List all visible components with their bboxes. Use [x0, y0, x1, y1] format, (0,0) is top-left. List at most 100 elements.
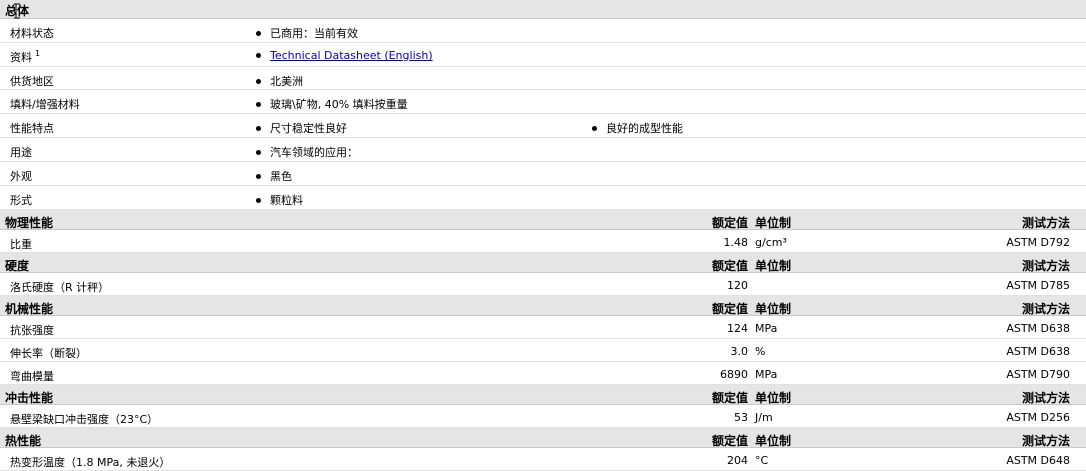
footnote-marker: 1 — [35, 49, 41, 59]
bullet-text: 汽车领域的应用： — [270, 146, 358, 159]
property-row: 悬壁梁缺口冲击强度（23°C） 53 J/m ASTM D256 — [0, 405, 1086, 428]
property-unit: MPa — [755, 322, 778, 335]
property-unit: g/cm³ — [755, 236, 787, 249]
bullet-icon — [256, 173, 261, 179]
section-title: 热性能 — [5, 434, 42, 448]
property-row: 比重 1.48 g/cm³ ASTM D792 — [0, 230, 1086, 253]
section-header: 物理性能 额定值 单位制 测试方法 — [0, 210, 1086, 230]
column-header-value: 额定值 — [711, 434, 748, 448]
bullet-item: 良好的成型性能 — [592, 120, 683, 136]
column-header-value: 额定值 — [711, 259, 748, 273]
section-title: 物理性能 — [5, 216, 54, 230]
bullet-item: 玻璃\矿物, 40% 填料按重量 — [256, 96, 408, 112]
datasheet: 总体 材料状态 已商用：当前有效资料 1 Technical Datasheet (E… — [0, 0, 1086, 471]
property-unit: % — [755, 345, 766, 358]
section-title: 硬度 — [5, 259, 30, 273]
property-value: 124 — [727, 322, 748, 335]
column-header-value: 额定值 — [711, 391, 748, 405]
general-row-label: 性能特点 — [10, 122, 54, 135]
column-header-unit: 单位制 — [755, 434, 792, 448]
bullet-item: 已商用：当前有效 — [256, 25, 358, 41]
property-row: 洛氏硬度（R 计秤） 120 ASTM D785 — [0, 273, 1086, 296]
general-row-label: 材料状态 — [10, 27, 54, 40]
test-method: ASTM D638 — [1006, 322, 1070, 335]
section-title: 机械性能 — [5, 302, 54, 316]
property-value: 6890 — [720, 368, 748, 381]
text-cursor-icon — [14, 3, 20, 19]
property-label: 弯曲模量 — [10, 370, 54, 383]
column-header-method: 测试方法 — [1021, 391, 1070, 405]
column-header-value: 额定值 — [711, 216, 748, 230]
bullet-item: 颗粒料 — [256, 192, 303, 208]
test-method: ASTM D790 — [1006, 368, 1070, 381]
general-row-label: 外观 — [10, 170, 32, 183]
column-header-method: 测试方法 — [1021, 216, 1070, 230]
bullet-text: 已商用：当前有效 — [270, 27, 358, 40]
bullet-icon — [256, 125, 261, 131]
property-label: 悬壁梁缺口冲击强度（23°C） — [10, 413, 159, 426]
column-header-unit: 单位制 — [755, 259, 792, 273]
bullet-icon — [256, 101, 261, 107]
test-method: ASTM D648 — [1006, 454, 1070, 467]
column-header-method: 测试方法 — [1021, 259, 1070, 273]
column-header-method: 测试方法 — [1021, 302, 1070, 316]
property-unit: MPa — [755, 368, 778, 381]
test-method: ASTM D638 — [1006, 345, 1070, 358]
general-row-label: 形式 — [10, 194, 32, 207]
property-unit: J/m — [755, 411, 773, 424]
bullet-text: 黑色 — [270, 170, 292, 183]
property-value: 204 — [727, 454, 748, 467]
general-row: 供货地区 北美洲 — [0, 67, 1086, 90]
bullet-text: 良好的成型性能 — [606, 122, 683, 135]
general-row: 外观 黑色 — [0, 162, 1086, 186]
bullet-icon — [256, 197, 261, 203]
property-label: 热变形温度（1.8 MPa, 未退火） — [10, 456, 171, 469]
property-label: 洛氏硬度（R 计秤） — [10, 281, 110, 294]
property-value: 1.48 — [723, 236, 749, 249]
bullet-icon — [256, 149, 261, 155]
bullet-icon — [256, 30, 261, 36]
column-header-value: 额定值 — [711, 302, 748, 316]
bullet-text: 玻璃\矿物, 40% 填料按重量 — [270, 98, 408, 111]
general-row: 资料 1 Technical Datasheet (English) — [0, 43, 1086, 67]
section-title: 冲击性能 — [5, 391, 54, 405]
property-row: 弯曲模量 6890 MPa ASTM D790 — [0, 362, 1086, 385]
bullet-text: 颗粒料 — [270, 194, 303, 207]
datasheet-link[interactable]: Technical Datasheet (English) — [270, 49, 433, 62]
general-row-label: 用途 — [10, 146, 32, 159]
test-method: ASTM D785 — [1006, 279, 1070, 292]
property-value: 53 — [734, 411, 748, 424]
bullet-item: 汽车领域的应用： — [256, 144, 358, 160]
section-header: 硬度 额定值 单位制 测试方法 — [0, 253, 1086, 273]
general-row-label: 填料/增强材料 — [10, 98, 80, 111]
test-method: ASTM D792 — [1006, 236, 1070, 249]
property-label: 抗张强度 — [10, 324, 54, 337]
column-header-method: 测试方法 — [1021, 434, 1070, 448]
bullet-item: Technical Datasheet (English) — [256, 49, 433, 62]
section-header: 热性能 额定值 单位制 测试方法 — [0, 428, 1086, 448]
column-header-unit: 单位制 — [755, 302, 792, 316]
column-header-unit: 单位制 — [755, 391, 792, 405]
bullet-item: 北美洲 — [256, 73, 303, 89]
general-row-label: 资料 1 — [10, 49, 41, 64]
property-value: 3.0 — [730, 345, 749, 358]
bullet-icon — [256, 52, 261, 58]
general-row: 填料/增强材料 玻璃\矿物, 40% 填料按重量 — [0, 90, 1086, 114]
property-unit: °C — [755, 454, 769, 467]
section-header: 冲击性能 额定值 单位制 测试方法 — [0, 385, 1086, 405]
bullet-icon — [256, 78, 261, 84]
column-header-unit: 单位制 — [755, 216, 792, 230]
bullet-item: 黑色 — [256, 168, 292, 184]
property-label: 比重 — [10, 238, 32, 251]
property-row: 热变形温度（1.8 MPa, 未退火） 204 °C ASTM D648 — [0, 448, 1086, 471]
general-row: 用途 汽车领域的应用： — [0, 138, 1086, 162]
bullet-item: 尺寸稳定性良好 — [256, 120, 347, 136]
test-method: ASTM D256 — [1006, 411, 1070, 424]
general-row: 性能特点 尺寸稳定性良好 良好的成型性能 — [0, 114, 1086, 138]
general-row: 材料状态 已商用：当前有效 — [0, 19, 1086, 43]
property-label: 伸长率（断裂） — [10, 347, 87, 360]
bullet-text: 尺寸稳定性良好 — [270, 122, 347, 135]
section-header-general: 总体 — [0, 0, 1086, 19]
property-row: 伸长率（断裂） 3.0% ASTM D638 — [0, 339, 1086, 362]
property-row: 抗张强度 124 MPa ASTM D638 — [0, 316, 1086, 339]
